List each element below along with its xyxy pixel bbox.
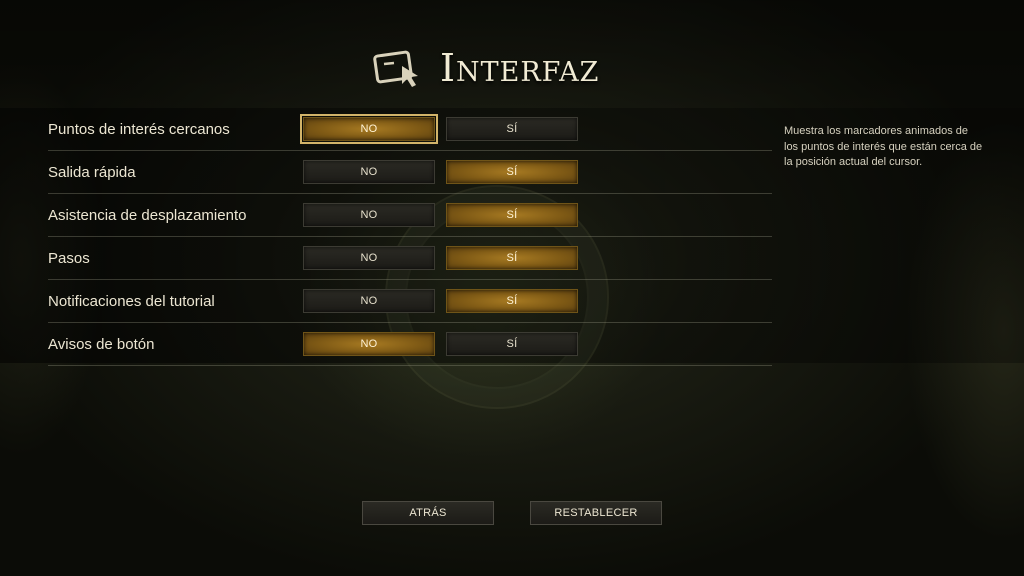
back-button[interactable]: ATRÁS xyxy=(362,501,494,525)
page-title: Interfaz xyxy=(440,46,600,90)
screen-cursor-icon xyxy=(373,50,418,87)
option-si-button[interactable]: SÍ xyxy=(446,203,578,227)
option-si-button[interactable]: SÍ xyxy=(446,160,578,184)
option-row[interactable]: Notificaciones del tutorial NO SÍ xyxy=(48,280,772,323)
option-no-button[interactable]: NO xyxy=(303,289,435,313)
option-no-button[interactable]: NO xyxy=(303,203,435,227)
option-no-button[interactable]: NO xyxy=(303,160,435,184)
option-no-button[interactable]: NO xyxy=(303,332,435,356)
option-row[interactable]: Puntos de interés cercanos NO SÍ xyxy=(48,108,772,151)
option-label: Avisos de botón xyxy=(48,335,155,353)
option-label: Salida rápida xyxy=(48,163,136,181)
option-si-button[interactable]: SÍ xyxy=(446,246,578,270)
option-row[interactable]: Salida rápida NO SÍ xyxy=(48,151,772,194)
option-label: Pasos xyxy=(48,249,90,267)
option-si-button[interactable]: SÍ xyxy=(446,332,578,356)
page-header: Interfaz xyxy=(372,40,599,96)
reset-button[interactable]: RESTABLECER xyxy=(530,501,662,525)
option-label: Notificaciones del tutorial xyxy=(48,292,215,310)
option-row[interactable]: Pasos NO SÍ xyxy=(48,237,772,280)
option-label: Asistencia de desplazamiento xyxy=(48,206,247,224)
option-no-button[interactable]: NO xyxy=(303,246,435,270)
option-label: Puntos de interés cercanos xyxy=(48,120,230,138)
option-no-button[interactable]: NO xyxy=(300,114,438,144)
options-list: Puntos de interés cercanos NO SÍ Salida ráp… xyxy=(48,108,772,366)
option-si-button[interactable]: SÍ xyxy=(446,117,578,141)
option-row[interactable]: Avisos de botón NO SÍ xyxy=(48,323,772,366)
option-row[interactable]: Asistencia de desplazamiento NO SÍ xyxy=(48,194,772,237)
option-si-button[interactable]: SÍ xyxy=(446,289,578,313)
option-description: Muestra los marcadores animados de los p… xyxy=(784,125,983,168)
